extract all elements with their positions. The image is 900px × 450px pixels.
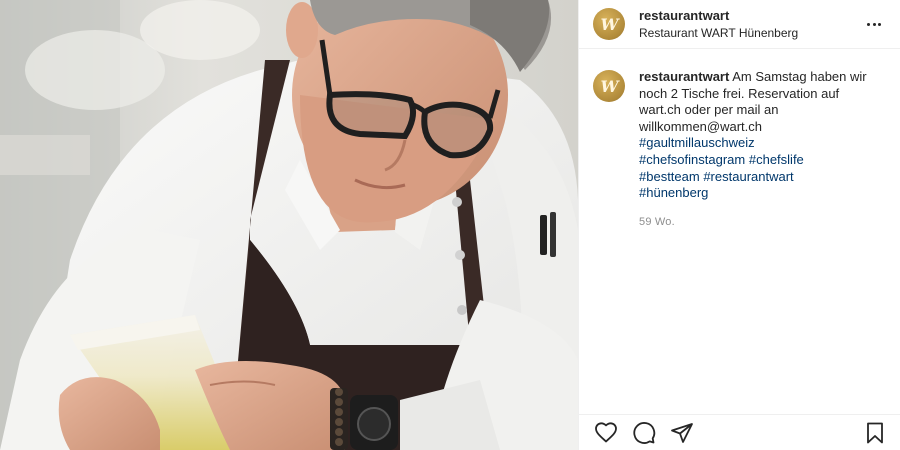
header-location[interactable]: Restaurant WART Hünenberg (639, 25, 862, 41)
post-side-panel: W restaurantwart Restaurant WART Hünenbe… (578, 0, 900, 450)
caption-line-4: willkommen@wart.ch (639, 118, 762, 134)
hashtag[interactable]: #chefslife (749, 152, 804, 167)
hashtag[interactable]: #hünenberg (639, 185, 708, 200)
post-timestamp[interactable]: 59 Wo. (639, 214, 885, 231)
bookmark-icon[interactable] (862, 420, 888, 446)
avatar-logo-glyph: W (600, 14, 619, 34)
action-bar (579, 414, 900, 450)
hashtag[interactable]: #chefsofinstagram (639, 152, 745, 167)
post-photo[interactable] (0, 0, 578, 450)
header-text: restaurantwart Restaurant WART Hünenberg (639, 8, 862, 41)
caption-avatar[interactable]: W (593, 70, 625, 102)
caption-text: restaurantwart Am Samstag haben wir noch… (639, 69, 885, 202)
profile-avatar[interactable]: W (593, 8, 625, 40)
header-username[interactable]: restaurantwart (639, 8, 862, 24)
avatar-logo-glyph: W (600, 76, 619, 96)
caption-line-2: noch 2 Tische frei. Reservation auf (639, 85, 840, 101)
caption-line-1: Am Samstag haben wir (732, 69, 867, 84)
more-options-icon[interactable] (862, 12, 886, 36)
caption-body: restaurantwart Am Samstag haben wir noch… (639, 69, 885, 230)
comment-icon[interactable] (631, 420, 657, 446)
instagram-post: W restaurantwart Restaurant WART Hünenbe… (0, 0, 900, 450)
post-header: W restaurantwart Restaurant WART Hünenbe… (579, 0, 900, 49)
caption-line-3: wart.ch oder per mail an (639, 102, 779, 118)
hashtag[interactable]: #restaurantwart (703, 169, 793, 184)
heart-icon[interactable] (593, 420, 619, 446)
chef-photo-illustration (0, 0, 578, 450)
share-icon[interactable] (669, 420, 695, 446)
post-caption: W restaurantwart Am Samstag haben wir no… (579, 49, 900, 230)
hashtag[interactable]: #gaultmillauschweiz (639, 135, 755, 150)
caption-username[interactable]: restaurantwart (639, 69, 729, 84)
hashtag[interactable]: #bestteam (639, 169, 700, 184)
